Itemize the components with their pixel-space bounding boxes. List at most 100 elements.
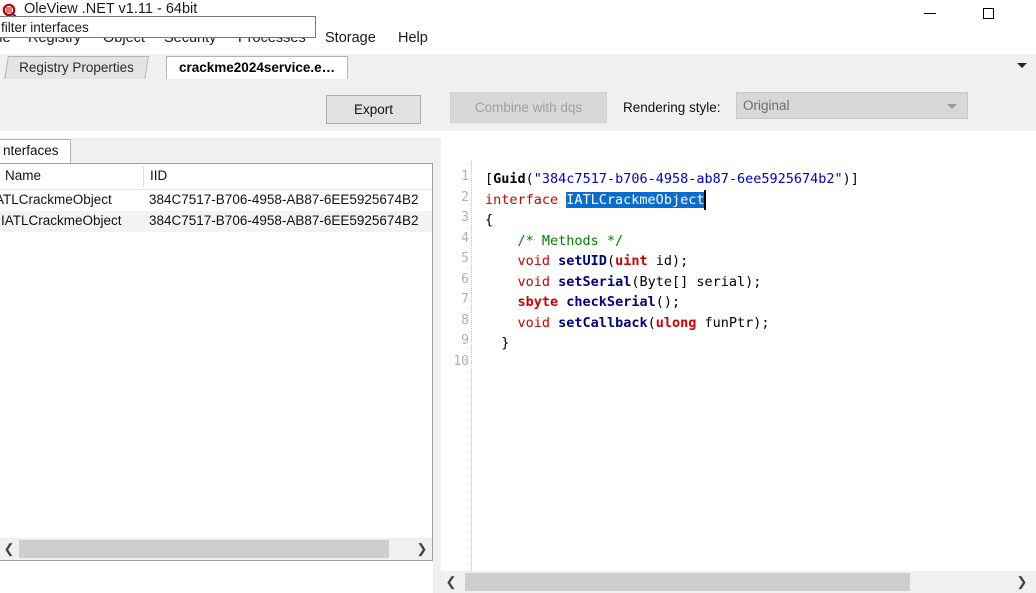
code-token: } <box>485 335 510 351</box>
code-token: funPtr <box>696 314 754 331</box>
cell-iid: 384C7517-B706-4958-AB87-6EE5925674B2 <box>149 192 419 207</box>
export-button[interactable]: Export <box>326 95 421 124</box>
code-token: /* Methods */ <box>485 232 624 249</box>
code-token: ( <box>525 171 534 187</box>
scrollbar-thumb[interactable] <box>19 540 389 558</box>
scrollbar-thumb[interactable] <box>465 573 910 591</box>
combine-with-dqs-button[interactable]: Combine with dqs <box>450 92 607 123</box>
list-horizontal-scrollbar[interactable]: ❮ ❯ <box>0 538 432 560</box>
rendering-style-label: Rendering style: <box>623 100 721 115</box>
code-token: (); <box>655 294 681 310</box>
chevron-right-icon[interactable]: ❯ <box>412 538 432 560</box>
code-token: id <box>647 253 672 269</box>
window-title: OleView .NET v1.11 - 64bit <box>24 1 198 17</box>
subtab-interfaces[interactable]: nterfaces <box>0 139 71 164</box>
code-token: ( <box>606 253 616 269</box>
code-line: /* Methods */ <box>485 231 859 252</box>
code-token: uint <box>615 253 648 269</box>
line-number: 2 <box>461 189 469 205</box>
maximize-button[interactable] <box>970 0 1016 28</box>
tab-label: Registry Properties <box>19 60 134 75</box>
rendering-style-value: Original <box>743 98 790 113</box>
code-token: setSerial <box>558 273 632 290</box>
chevron-down-icon <box>947 104 957 109</box>
tab-label: crackme2024service.e… <box>179 60 336 75</box>
code-token: interface <box>485 191 567 208</box>
column-header-name[interactable]: Name <box>5 168 41 183</box>
interfaces-subtab-row: nterfaces <box>0 138 433 164</box>
cell-name: IATLCrackmeObject <box>1 213 122 228</box>
code-line: } <box>485 333 859 354</box>
idl-code-panel: 1 2 3 4 5 6 7 8 9 10 [Guid("384c7517-b706-4958-ab… <box>441 160 1036 571</box>
gutter-separator <box>471 160 473 571</box>
table-row[interactable]: ATLCrackmeObject 384C7517-B706-4958-AB87… <box>0 190 432 211</box>
code-token: void <box>517 314 551 331</box>
line-number: 1 <box>461 169 469 184</box>
code-token: ); <box>753 314 770 331</box>
code-horizontal-scrollbar[interactable]: ❮ ❯ <box>441 571 1036 593</box>
line-number-gutter: 1 2 3 4 5 6 7 8 9 10 <box>441 160 469 571</box>
code-line: [Guid("384c7517-b706-4958-ab87-6ee592567… <box>485 169 859 190</box>
code-line: { <box>485 210 859 231</box>
code-token: ); <box>672 253 689 269</box>
code-token: sbyte <box>517 294 559 310</box>
chevron-left-icon[interactable]: ❮ <box>0 538 19 560</box>
panel-splitter[interactable] <box>433 138 441 593</box>
code-token: [ <box>485 171 494 187</box>
list-header: Name IID <box>0 164 432 190</box>
text-caret <box>704 189 707 210</box>
interfaces-list-panel: Name IID ATLCrackmeObject 384C7517-B706-… <box>0 163 433 561</box>
code-token: [] <box>671 273 689 290</box>
code-token: ( <box>647 314 656 331</box>
column-header-iid[interactable]: IID <box>150 168 167 183</box>
maximize-icon <box>983 8 994 19</box>
line-number: 9 <box>461 333 469 348</box>
line-number: 5 <box>461 251 469 266</box>
minimize-button[interactable] <box>912 0 958 28</box>
code-line: interface IATLCrackmeObject <box>485 189 859 210</box>
filter-interfaces-input[interactable] <box>0 16 316 38</box>
line-number: 10 <box>453 353 469 369</box>
line-number: 7 <box>461 292 469 307</box>
code-line: sbyte checkSerial(); <box>485 292 859 313</box>
code-token: void <box>517 253 551 269</box>
selected-identifier: IATLCrackmeObject <box>566 191 705 208</box>
tab-registry-properties[interactable]: Registry Properties <box>4 56 149 80</box>
code-token: setUID <box>558 253 607 269</box>
tab-strip: Registry Properties crackme2024service.e… <box>0 54 1036 80</box>
column-separator <box>143 166 144 187</box>
minimize-icon <box>924 13 936 14</box>
line-number: 3 <box>461 210 469 225</box>
cell-name: ATLCrackmeObject <box>0 192 112 207</box>
table-row[interactable]: IATLCrackmeObject 384C7517-B706-4958-AB8… <box>0 211 432 232</box>
code-line: void setUID(uint id); <box>485 251 859 272</box>
code-line: void setSerial(Byte[] serial); <box>485 272 859 293</box>
code-token: Guid <box>493 171 526 187</box>
chevron-left-icon[interactable]: ❮ <box>441 571 461 593</box>
code-token: { <box>485 212 494 228</box>
line-number: 4 <box>461 230 469 246</box>
line-number: 8 <box>461 312 469 328</box>
menu-item-help[interactable]: Help <box>398 30 428 46</box>
code-token: Byte <box>639 273 672 290</box>
code-content[interactable]: [Guid("384c7517-b706-4958-ab87-6ee592567… <box>485 169 859 374</box>
code-token: void <box>517 273 551 290</box>
line-number: 6 <box>461 271 469 287</box>
rendering-style-select[interactable]: Original <box>736 92 968 119</box>
code-token: ulong <box>655 314 697 331</box>
code-token: checkSerial <box>566 294 656 310</box>
code-token: ); <box>745 273 762 290</box>
chevron-right-icon[interactable]: ❯ <box>1012 571 1032 593</box>
chevron-down-icon[interactable] <box>1017 63 1027 68</box>
menu-item-storage[interactable]: Storage <box>325 30 376 46</box>
code-token: setCallback <box>558 314 648 331</box>
tab-crackme2024service[interactable]: crackme2024service.e… <box>166 56 349 80</box>
